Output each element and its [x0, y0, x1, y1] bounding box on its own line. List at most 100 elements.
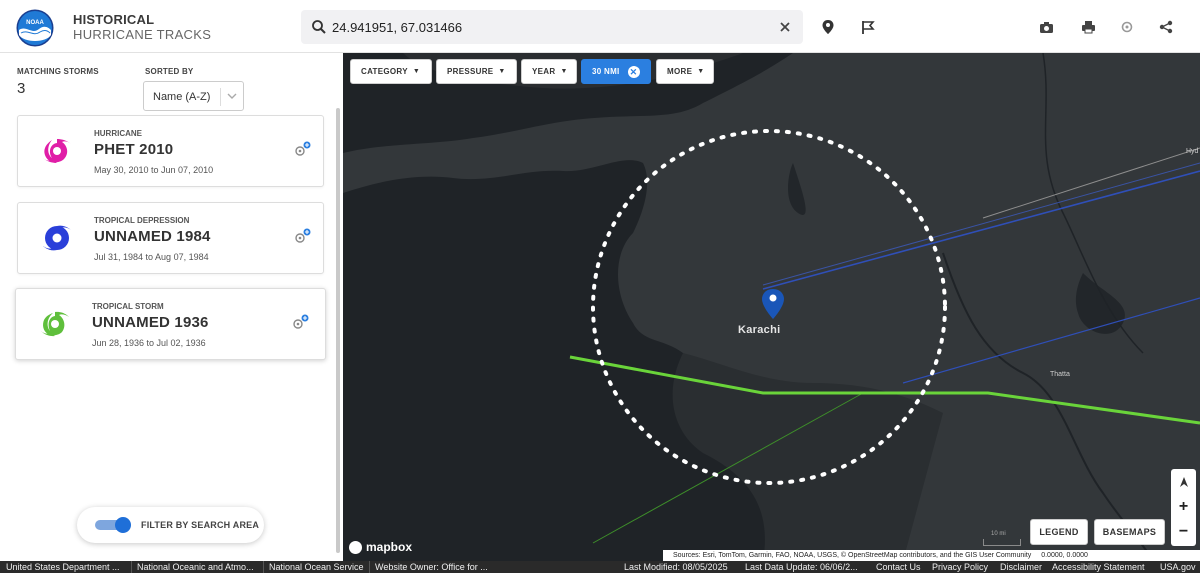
footer-link-usagov[interactable]: USA.gov — [1160, 561, 1196, 573]
search-input[interactable] — [332, 10, 762, 44]
footer-link-disclaimer[interactable]: Disclaimer — [1000, 561, 1042, 573]
zoom-out-button[interactable]: − — [1171, 519, 1196, 544]
matching-storms-label: MATCHING STORMS — [17, 67, 99, 76]
footer-separator — [131, 561, 132, 573]
year-filter-label: YEAR — [532, 67, 556, 76]
radius-filter-label: 30 NMI — [592, 67, 620, 76]
footer-last-modified: Last Modified: 08/05/2025 — [624, 562, 728, 572]
add-storm-icon[interactable] — [292, 141, 312, 159]
footer-separator — [369, 561, 370, 573]
add-storm-button[interactable] — [1116, 16, 1138, 38]
share-button[interactable] — [1155, 16, 1177, 38]
caret-down-icon: ▼ — [697, 68, 705, 75]
storm-name: UNNAMED 1984 — [94, 228, 211, 245]
title-line-2: HURRICANE TRACKS — [73, 27, 212, 42]
legend-button[interactable]: LEGEND — [1030, 519, 1088, 545]
location-pin-button[interactable] — [817, 16, 839, 38]
flag-shape-icon — [862, 20, 875, 34]
storm-name: PHET 2010 — [94, 141, 174, 158]
search-bar — [301, 10, 803, 44]
cursor-coordinates: 0.0000, 0.0000 — [1041, 552, 1088, 559]
app-root: NOAA HISTORICAL HURRICANE TRACKS 24.9419… — [0, 0, 1200, 573]
footer-link-contact[interactable]: Contact Us — [876, 561, 921, 573]
category-filter-button[interactable]: CATEGORY ▼ — [350, 59, 432, 84]
mapbox-logo-icon — [349, 540, 362, 554]
sort-select[interactable]: Name (A-Z) — [143, 81, 244, 111]
footer-link-privacy[interactable]: Privacy Policy — [932, 561, 988, 573]
add-storm-icon[interactable] — [290, 314, 310, 332]
place-label-thatta: Thatta — [1050, 371, 1070, 378]
map-view[interactable]: Karachi Thatta Hyd CATEGORY ▼ PRESSURE ▼ Y… — [343, 53, 1200, 561]
storm-card-selected[interactable]: TROPICAL STORM UNNAMED 1936 Jun 28, 1936… — [15, 288, 326, 360]
caret-down-icon: ▼ — [560, 68, 568, 75]
storm-category: HURRICANE — [94, 129, 142, 138]
place-label-hyd: Hyd — [1186, 148, 1199, 155]
zoom-controls: + − — [1171, 469, 1196, 546]
storm-category: TROPICAL STORM — [92, 302, 164, 311]
pressure-filter-button[interactable]: PRESSURE ▼ — [436, 59, 517, 84]
pressure-filter-label: PRESSURE — [447, 67, 494, 76]
matching-storms-count: 3 — [17, 80, 26, 97]
title-line-1: HISTORICAL — [73, 12, 155, 27]
caret-down-icon: ▼ — [498, 68, 506, 75]
sort-select-divider — [220, 88, 221, 106]
tropical-depression-icon — [43, 225, 71, 251]
footer-bar: United States Department ... National Oc… — [0, 561, 1200, 573]
filter-toggle-label: FILTER BY SEARCH AREA — [141, 520, 260, 530]
results-scrollbar[interactable] — [336, 108, 340, 553]
logo-text: NOAA — [26, 20, 44, 26]
city-label-karachi: Karachi — [738, 324, 781, 336]
basemap — [343, 53, 1200, 561]
draw-area-button[interactable] — [857, 16, 879, 38]
top-bar: NOAA HISTORICAL HURRICANE TRACKS — [0, 0, 1200, 53]
footer-link-accessibility[interactable]: Accessibility Statement — [1052, 561, 1145, 573]
year-filter-button[interactable]: YEAR ▼ — [521, 59, 577, 84]
remove-filter-icon[interactable]: ✕ — [627, 65, 640, 78]
share-icon — [1159, 20, 1173, 34]
storm-dates: Jun 28, 1936 to Jul 02, 1936 — [92, 338, 206, 348]
footer-link-owner[interactable]: Website Owner: Office for ... — [375, 561, 488, 573]
basemaps-button[interactable]: BASEMAPS — [1094, 519, 1165, 545]
storm-results-panel: MATCHING STORMS 3 SORTED BY Name (A-Z) H… — [0, 53, 343, 561]
category-filter-label: CATEGORY — [361, 67, 408, 76]
storm-card[interactable]: TROPICAL DEPRESSION UNNAMED 1984 Jul 31,… — [17, 202, 324, 274]
clear-search-icon[interactable] — [777, 19, 793, 35]
mapbox-logo-text: mapbox — [366, 540, 413, 554]
footer-link-usdoc[interactable]: United States Department ... — [6, 561, 120, 573]
zoom-in-button[interactable]: + — [1171, 494, 1196, 519]
location-pin-icon — [822, 20, 834, 34]
map-scale-bar — [983, 539, 1021, 546]
storm-dates: May 30, 2010 to Jun 07, 2010 — [94, 165, 214, 175]
footer-link-noaa[interactable]: National Oceanic and Atmo... — [137, 561, 254, 573]
attribution-text: Sources: Esri, TomTom, Garmin, FAO, NOAA… — [673, 552, 1032, 559]
sort-select-value: Name (A-Z) — [153, 91, 211, 103]
map-scale-label: 10 mi — [991, 531, 1006, 537]
hurricane-add-icon — [1121, 21, 1133, 33]
footer-separator — [263, 561, 264, 573]
hurricane-icon — [43, 139, 71, 163]
toggle-knob — [115, 517, 131, 533]
footer-last-update: Last Data Update: 06/06/2... — [745, 562, 858, 572]
storm-category: TROPICAL DEPRESSION — [94, 216, 190, 225]
app-title: HISTORICAL HURRICANE TRACKS — [73, 12, 211, 42]
storm-dates: Jul 31, 1984 to Aug 07, 1984 — [94, 252, 209, 262]
add-storm-icon[interactable] — [292, 228, 312, 246]
reset-north-button[interactable] — [1171, 469, 1196, 494]
screenshot-button[interactable] — [1035, 16, 1057, 38]
storm-name: UNNAMED 1936 — [92, 314, 209, 331]
radius-filter-button[interactable]: 30 NMI ✕ — [581, 59, 651, 84]
noaa-logo[interactable]: NOAA — [16, 9, 54, 47]
printer-icon — [1081, 21, 1095, 34]
footer-link-nos[interactable]: National Ocean Service — [269, 561, 364, 573]
print-button[interactable] — [1077, 16, 1099, 38]
map-attribution: Sources: Esri, TomTom, Garmin, FAO, NOAA… — [663, 550, 1200, 561]
compass-icon — [1179, 476, 1188, 487]
storm-card[interactable]: HURRICANE PHET 2010 May 30, 2010 to Jun … — [17, 115, 324, 187]
more-filter-button[interactable]: MORE ▼ — [656, 59, 714, 84]
camera-icon — [1039, 21, 1053, 33]
filter-by-search-area-toggle[interactable]: FILTER BY SEARCH AREA — [77, 507, 264, 543]
sorted-by-label: SORTED BY — [145, 67, 194, 76]
caret-down-icon: ▼ — [412, 68, 421, 75]
more-filter-label: MORE — [667, 67, 693, 76]
mapbox-logo[interactable]: mapbox — [349, 540, 412, 554]
